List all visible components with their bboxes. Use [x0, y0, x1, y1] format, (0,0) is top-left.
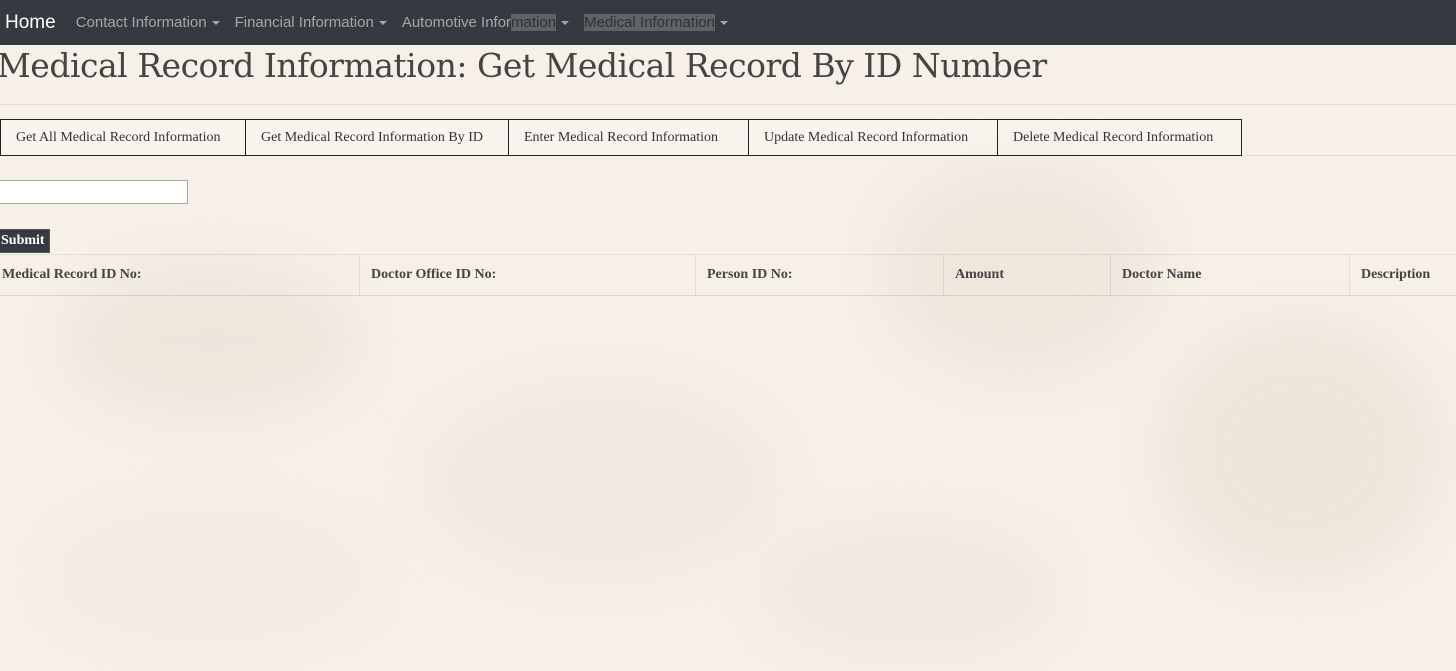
nav-medical-information[interactable]: Medical Information — [584, 14, 728, 31]
caret-down-icon — [378, 21, 387, 25]
nav-medical-information-label: Medical Information — [584, 14, 715, 31]
nav-automotive-information[interactable]: Automotive Infor mation — [401, 14, 570, 31]
medical-records-table-header: Medical Record ID No: Doctor Office ID N… — [0, 254, 1456, 296]
nav-automotive-information-label-part2: mation — [511, 14, 557, 31]
page-title: Medical Record Information: Get Medical … — [0, 46, 1047, 85]
background-blur — [1160, 320, 1440, 580]
enter-medical-record-button[interactable]: Enter Medical Record Information — [508, 119, 749, 156]
caret-down-icon — [211, 21, 220, 25]
background-blur — [40, 500, 380, 650]
column-header-person-id: Person ID No: — [696, 255, 944, 295]
nav-financial-information[interactable]: Financial Information — [235, 14, 387, 31]
background-blur — [420, 380, 780, 580]
medical-record-id-input[interactable] — [0, 180, 188, 204]
nav-automotive-information-label-part1: Automotive Infor — [401, 14, 512, 31]
column-header-doctor-office-id: Doctor Office ID No: — [360, 255, 696, 295]
column-header-medical-record-id: Medical Record ID No: — [0, 255, 360, 295]
delete-medical-record-button[interactable]: Delete Medical Record Information — [997, 119, 1242, 156]
caret-down-icon — [719, 21, 728, 25]
column-header-doctor-name: Doctor Name — [1111, 255, 1350, 295]
action-tabs: Get All Medical Record Information Get M… — [0, 119, 1242, 156]
top-navbar: Home Contact Information Financial Infor… — [0, 0, 1456, 45]
nav-financial-information-label: Financial Information — [234, 14, 374, 31]
column-header-amount: Amount — [944, 255, 1111, 295]
nav-contact-information[interactable]: Contact Information — [76, 14, 220, 31]
divider — [0, 104, 1456, 105]
get-all-medical-records-button[interactable]: Get All Medical Record Information — [0, 119, 246, 156]
background-blur — [760, 520, 1060, 660]
update-medical-record-button[interactable]: Update Medical Record Information — [748, 119, 998, 156]
get-medical-record-by-id-button[interactable]: Get Medical Record Information By ID — [245, 119, 509, 156]
caret-down-icon — [561, 21, 570, 25]
column-header-description: Description — [1361, 267, 1431, 282]
submit-button[interactable]: Submit — [0, 229, 50, 253]
nav-home-link[interactable]: Home — [5, 12, 56, 34]
nav-contact-information-label: Contact Information — [75, 14, 207, 31]
